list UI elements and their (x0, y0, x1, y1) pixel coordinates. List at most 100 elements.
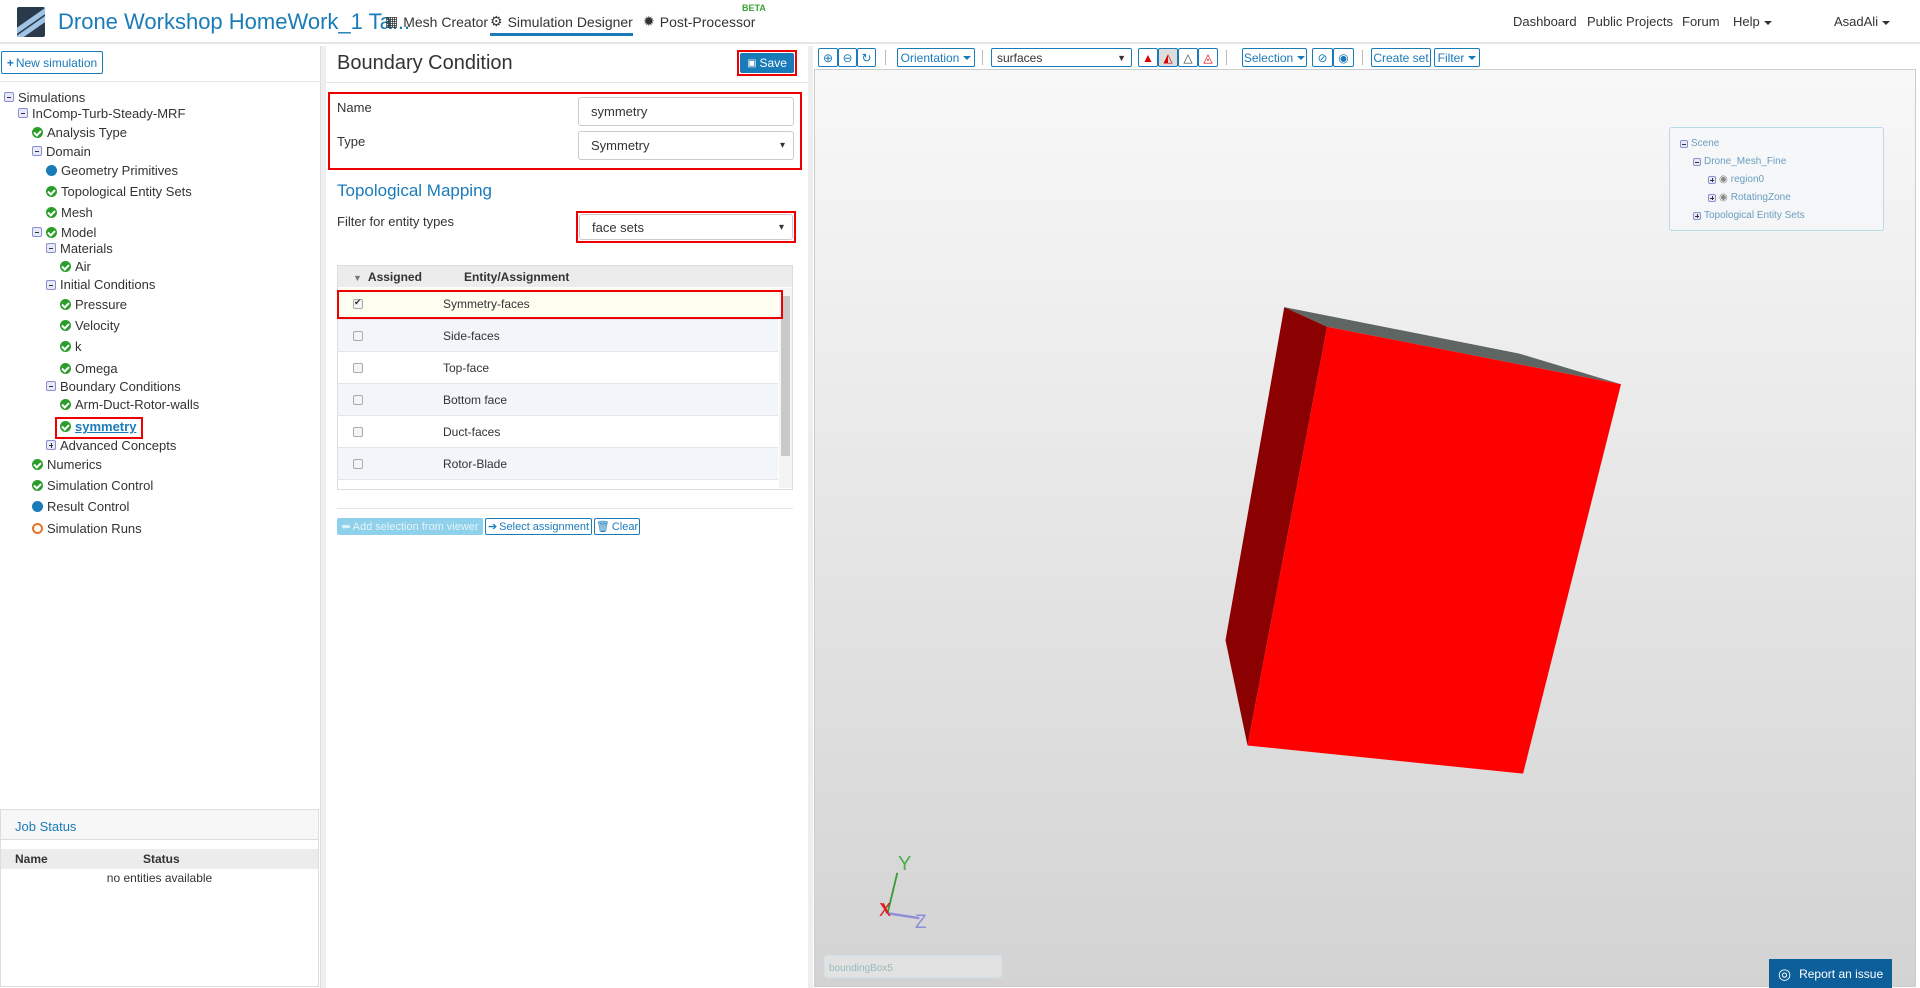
surface-edges-button[interactable]: ◭ (1158, 48, 1178, 67)
clear-button[interactable]: 🗑 Clear (594, 518, 640, 535)
tree-item[interactable]: Initial Conditions (46, 277, 155, 292)
column-assigned[interactable]: ▼ Assigned (353, 270, 422, 284)
assigned-checkbox[interactable] (353, 458, 363, 469)
table-row[interactable]: Rotor-Blade (338, 448, 778, 480)
tree-item-label: Numerics (47, 457, 102, 473)
tree-item[interactable]: Velocity (60, 318, 120, 333)
expand-icon[interactable] (1708, 193, 1716, 202)
filter-dropdown[interactable]: Filter (1434, 48, 1480, 67)
nav-simulation-designer[interactable]: ⚙ Simulation Designer (490, 13, 633, 36)
nav-public-projects[interactable]: Public Projects (1587, 14, 1673, 29)
select-assignment-button[interactable]: ➔ Select assignment (485, 518, 592, 535)
user-menu[interactable]: AsadAli (1834, 14, 1891, 29)
collapse-icon[interactable] (32, 146, 42, 157)
table-row[interactable]: Bottom face (338, 384, 778, 416)
tree-item-label: Simulations (18, 89, 86, 105)
tree-item[interactable]: Numerics (32, 457, 102, 472)
refresh-icon: ↻ (861, 50, 872, 65)
tree-item[interactable]: InComp-Turb-Steady-MRF (18, 106, 185, 121)
orientation-dropdown[interactable]: Orientation (897, 48, 975, 67)
name-input[interactable]: symmetry (578, 97, 794, 126)
expand-icon[interactable] (1708, 175, 1716, 184)
viewer-canvas[interactable]: Y X Z Scene Drone_Mesh_Fine ◉ region0 ◉ Ro… (814, 69, 1916, 987)
tree-item[interactable]: Materials (46, 241, 113, 256)
collapse-icon[interactable] (32, 227, 42, 238)
selection-dropdown[interactable]: Selection (1242, 48, 1307, 67)
tree-item[interactable]: Boundary Conditions (46, 379, 181, 394)
column-entity[interactable]: Entity/Assignment (464, 270, 569, 284)
collapse-icon[interactable] (46, 243, 56, 254)
nav-help[interactable]: Help (1733, 14, 1772, 29)
add-selection-button[interactable]: ⬅ Add selection from viewer (337, 518, 483, 535)
render-mode-select[interactable]: surfaces ▼ (991, 48, 1132, 67)
surface-mode-button[interactable]: ▲ (1138, 48, 1158, 67)
tree-item[interactable]: Result Control (32, 499, 129, 514)
panel-splitter[interactable] (808, 46, 813, 988)
hide-button[interactable]: ⊘ (1312, 48, 1333, 67)
tree-item[interactable]: Domain (32, 144, 91, 159)
tree-item-label: Advanced Concepts (60, 437, 177, 453)
eye-icon[interactable]: ◉ (1719, 192, 1728, 203)
tree-item[interactable]: Air (60, 259, 91, 274)
tree-item[interactable]: Simulation Control (32, 478, 153, 493)
filter-label: Filter for entity types (337, 214, 455, 229)
create-set-button[interactable]: Create set (1371, 48, 1431, 67)
assigned-checkbox[interactable] (353, 362, 363, 373)
zoom-in-button[interactable]: ⊕ (818, 48, 838, 67)
tree-item[interactable]: Simulations (4, 90, 85, 105)
project-title[interactable]: Drone Workshop HomeWork_1 Ta... (58, 9, 410, 35)
assigned-checkbox[interactable] (353, 426, 363, 437)
eye-icon[interactable]: ◉ (1719, 174, 1728, 185)
nav-mesh-creator[interactable]: ▦ Mesh Creator (385, 13, 488, 30)
arrow-right-icon: ➔ (487, 521, 498, 533)
expand-icon[interactable] (46, 440, 56, 451)
zoom-out-button[interactable]: ⊖ (838, 48, 857, 67)
collapse-icon[interactable] (1680, 139, 1688, 148)
caret-down-icon (1297, 55, 1306, 60)
type-select[interactable]: Symmetry (578, 131, 794, 160)
expand-icon[interactable] (1693, 211, 1701, 220)
collapse-icon[interactable] (46, 279, 56, 290)
tree-item[interactable]: Model (32, 225, 96, 240)
wireframe-button[interactable]: △ (1178, 48, 1198, 67)
tree-item[interactable]: k (60, 339, 82, 354)
collapse-icon[interactable] (4, 92, 14, 103)
save-button[interactable]: ▣ Save (740, 53, 794, 73)
collapse-icon[interactable] (1693, 157, 1701, 166)
nav-dashboard[interactable]: Dashboard (1513, 14, 1577, 29)
collapse-icon[interactable] (18, 108, 28, 119)
nav-post-processor[interactable]: ✹ Post-Processor (643, 13, 755, 30)
entity-type-filter[interactable]: face sets (579, 214, 793, 240)
assigned-checkbox[interactable] (353, 394, 363, 405)
new-simulation-button[interactable]: + New simulation (1, 51, 103, 74)
tree-item[interactable]: Simulation Runs (32, 521, 142, 536)
eye-slash-icon: ⊘ (1317, 50, 1328, 65)
job-status-panel: Job Status Name Status no entities avail… (0, 809, 319, 987)
table-row[interactable]: Top-face (338, 352, 778, 384)
table-row[interactable]: Side-faces (338, 320, 778, 352)
points-button[interactable]: ◬ (1198, 48, 1218, 67)
tree-item[interactable]: Pressure (60, 297, 127, 312)
report-issue-button[interactable]: ◎ Report an issue (1769, 959, 1892, 988)
collapse-icon[interactable] (46, 381, 56, 392)
show-button[interactable]: ◉ (1333, 48, 1354, 67)
tree-item-label: k (75, 338, 82, 354)
reset-view-button[interactable]: ↻ (857, 48, 876, 67)
tree-item-label: Simulation Runs (47, 520, 142, 536)
nav-forum[interactable]: Forum (1682, 14, 1720, 29)
tree-item-label: Result Control (47, 498, 130, 514)
tree-item[interactable]: Topological Entity Sets (46, 184, 192, 199)
assigned-checkbox[interactable] (353, 330, 363, 341)
tree-item[interactable]: Omega (60, 361, 118, 376)
cog-icon: ✹ (643, 13, 655, 29)
app-logo[interactable] (17, 7, 45, 37)
trash-icon: 🗑 (595, 521, 610, 533)
scene-tree[interactable]: Scene Drone_Mesh_Fine ◉ region0 ◉ Rotating… (1669, 127, 1884, 231)
tree-item[interactable]: Analysis Type (32, 125, 127, 140)
table-row[interactable]: Duct-faces (338, 416, 778, 448)
tree-item[interactable]: Geometry Primitives (46, 163, 178, 178)
tree-item[interactable]: Arm-Duct-Rotor-walls (60, 397, 199, 412)
tree-item[interactable]: Advanced Concepts (46, 438, 176, 453)
tree-item[interactable]: Mesh (46, 205, 93, 220)
bounding-box-label[interactable]: boundingBox5 (824, 955, 1002, 978)
